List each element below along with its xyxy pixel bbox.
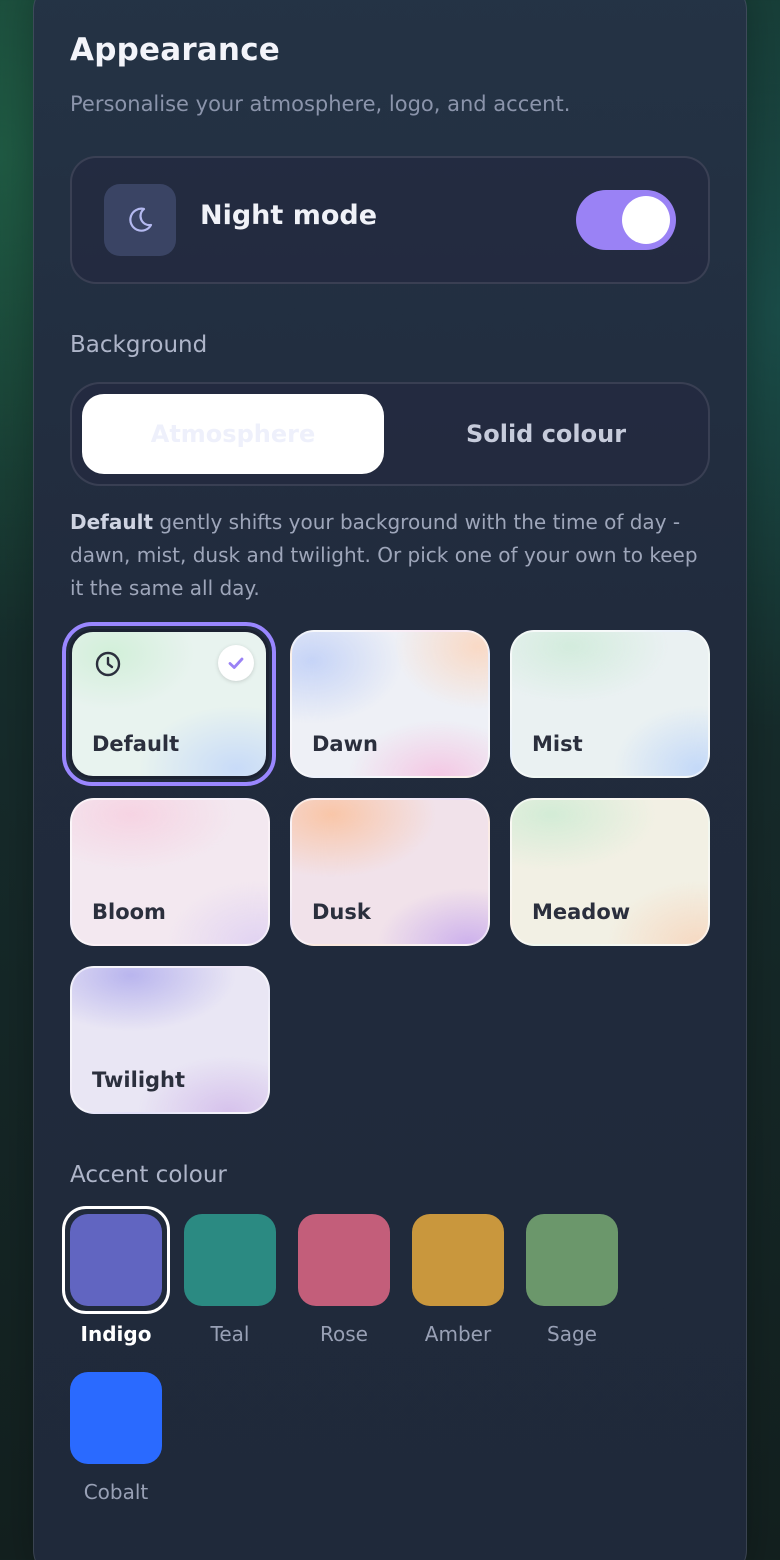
background-section-label: Background	[70, 332, 208, 358]
background-tile-dawn[interactable]: Dawn	[290, 630, 490, 778]
swatch-label-rose: Rose	[320, 1322, 368, 1346]
background-tile-dusk[interactable]: Dusk	[290, 798, 490, 946]
moon-icon	[104, 184, 176, 256]
swatch-rose[interactable]	[298, 1214, 390, 1306]
background-tile-mist[interactable]: Mist	[510, 630, 710, 778]
background-tile-bloom[interactable]: Bloom	[70, 798, 270, 946]
background-tile-meadow[interactable]: Meadow	[510, 798, 710, 946]
tile-label: Mist	[532, 732, 583, 756]
check-icon	[218, 645, 254, 681]
background-description: Default gently shifts your background wi…	[70, 506, 710, 605]
swatch-sage[interactable]	[526, 1214, 618, 1306]
toggle-knob	[622, 196, 670, 244]
tile-label: Dusk	[312, 900, 371, 924]
page-title: Appearance	[70, 32, 280, 68]
night-mode-label: Night mode	[200, 200, 378, 231]
background-tile-default[interactable]: Default	[69, 629, 269, 779]
tile-label: Default	[92, 732, 180, 756]
tile-label: Twilight	[92, 1068, 186, 1092]
tile-label: Bloom	[92, 900, 166, 924]
swatch-indigo[interactable]	[70, 1214, 162, 1306]
clock-icon	[94, 650, 122, 682]
tile-label: Meadow	[532, 900, 631, 924]
description-text: gently shifts your background with the t…	[70, 510, 698, 600]
tab-atmosphere[interactable]: Atmosphere	[82, 394, 384, 474]
description-bold: Default	[70, 510, 154, 534]
background-tile-twilight[interactable]: Twilight	[70, 966, 270, 1114]
swatch-label-sage: Sage	[547, 1322, 597, 1346]
accent-section-label: Accent colour	[70, 1162, 227, 1188]
swatch-teal[interactable]	[184, 1214, 276, 1306]
tab-solid-colour[interactable]: Solid colour	[392, 394, 700, 474]
swatch-label-indigo: Indigo	[80, 1322, 152, 1346]
night-mode-toggle[interactable]	[576, 190, 676, 250]
tile-label: Dawn	[312, 732, 378, 756]
swatch-label-teal: Teal	[210, 1322, 250, 1346]
swatch-cobalt[interactable]	[70, 1372, 162, 1464]
page-subtitle: Personalise your atmosphere, logo, and a…	[70, 92, 571, 116]
swatch-label-cobalt: Cobalt	[83, 1480, 149, 1504]
swatch-label-amber: Amber	[424, 1322, 492, 1346]
swatch-amber[interactable]	[412, 1214, 504, 1306]
